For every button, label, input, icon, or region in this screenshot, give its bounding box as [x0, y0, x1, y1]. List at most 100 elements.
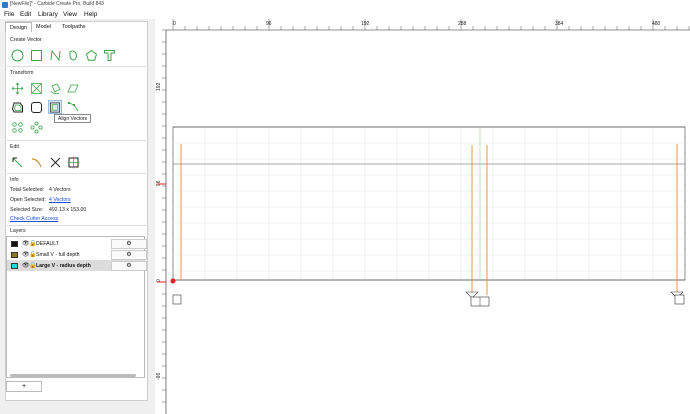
ruler-label-top: 192 [361, 21, 370, 27]
open-selected-link[interactable]: 4 Vectors [49, 197, 71, 203]
add-layer-button[interactable]: + [6, 381, 42, 392]
endpoint-marker[interactable] [674, 294, 685, 305]
tab-toolpaths[interactable]: Toolpaths [58, 22, 90, 32]
menu-edit[interactable]: Edit [20, 11, 31, 18]
move-tool-button[interactable] [10, 81, 24, 95]
ruler-label-top: 384 [555, 21, 564, 27]
boolean-tool-button[interactable] [66, 155, 80, 169]
fillet-tool-button[interactable] [29, 100, 43, 114]
rectangle-tool-button[interactable] [29, 48, 43, 62]
layer-settings-button[interactable]: ⚙ [111, 249, 147, 260]
tab-design[interactable]: Design [5, 22, 33, 32]
smooth-icon [31, 157, 42, 167]
ruler-label-left: 192 [156, 82, 162, 91]
window-title: [NewFile]* - Carbide Create Pro, Build 8… [10, 1, 104, 7]
ruler-label-top: 480 [652, 21, 661, 27]
check-cutter-access-link[interactable]: Check Cutter Access [10, 216, 58, 222]
join-tool-button[interactable] [10, 155, 24, 169]
layer-row-default[interactable]: 👁 🔒 DEFAULT ⚙ [7, 238, 147, 249]
circular-array-tool-button[interactable] [29, 120, 43, 134]
layer-settings-button[interactable]: ⚙ [111, 260, 147, 271]
mirror-tool-button[interactable] [66, 81, 80, 95]
layer-color-swatch[interactable] [11, 262, 18, 269]
ruler-label-top: 0 [173, 21, 176, 27]
menu-help[interactable]: Help [84, 11, 97, 18]
layer-color-swatch[interactable] [11, 240, 18, 247]
trim-tool-button[interactable] [48, 155, 62, 169]
divider [7, 66, 146, 67]
menu-file[interactable]: File [4, 11, 14, 18]
selected-size-value: 492.13 x 153.00 [49, 207, 87, 213]
trim-icon [50, 157, 60, 167]
polygon-tool-button[interactable] [84, 48, 98, 62]
pentagon-icon [85, 49, 97, 61]
divider [7, 140, 146, 141]
layer-row-large-v[interactable]: 👁 🔒 Large V - radius depth ⚙ [7, 260, 147, 271]
section-info: Info [10, 177, 19, 183]
ruler-label-top: 288 [458, 21, 467, 27]
ruler-label-left: -96 [156, 373, 162, 380]
gear-icon: ⚙ [126, 240, 132, 247]
canvas-svg[interactable]: 0 96 192 288 384 480 192 96 0 -96 [155, 19, 690, 414]
layer-row-small-v[interactable]: 👁 🔒 Small V - full depth ⚙ [7, 249, 147, 260]
text-icon [103, 49, 115, 61]
array-icon [11, 121, 23, 133]
mirror-icon [66, 84, 79, 92]
endpoint-marker[interactable] [172, 294, 182, 305]
polyline-icon [50, 49, 60, 61]
node-edit-icon [67, 101, 78, 111]
total-selected-value: 4 Vectors [49, 187, 71, 193]
fillet-icon [30, 101, 42, 113]
curve-tool-button[interactable] [66, 48, 80, 62]
polyline-tool-button[interactable] [48, 48, 62, 62]
align-vectors-button[interactable] [48, 100, 62, 114]
circle-icon [11, 49, 23, 61]
layer-color-swatch[interactable] [11, 251, 18, 258]
array-tool-button[interactable] [10, 120, 24, 134]
gear-icon: ⚙ [126, 251, 132, 258]
divider [7, 225, 146, 226]
offset-icon [11, 102, 23, 112]
move-arrows-icon [11, 82, 23, 94]
divider [7, 173, 146, 174]
layer-name: Large V - radius depth [36, 262, 91, 269]
layers-scrollbar[interactable] [10, 374, 136, 377]
rotate-tool-button[interactable] [48, 81, 62, 95]
top-ruler [155, 19, 690, 30]
join-icon [12, 157, 22, 167]
section-create-vector: Create Vector [10, 37, 42, 43]
section-edit: Edit [10, 144, 19, 150]
smooth-tool-button[interactable] [29, 155, 43, 169]
boolean-icon [67, 156, 79, 168]
menu-view[interactable]: View [63, 11, 77, 18]
total-selected-label: Total Selected: [10, 187, 45, 193]
section-layers: Layers [10, 228, 26, 234]
ruler-label-left: 96 [156, 180, 162, 186]
layer-name: Small V - full depth [36, 251, 80, 258]
gear-icon: ⚙ [126, 262, 132, 269]
align-vectors-tooltip: Align Vectors [54, 114, 92, 123]
layer-name: DEFAULT [36, 240, 59, 247]
selected-size-label: Selected Size: [10, 207, 44, 213]
circle-tool-button[interactable] [10, 48, 24, 62]
scale-tool-button[interactable] [29, 81, 43, 95]
node-edit-tool-button[interactable] [66, 100, 80, 114]
align-icon [50, 102, 60, 112]
app-icon [2, 1, 8, 8]
design-canvas[interactable]: 0 96 192 288 384 480 192 96 0 -96 [155, 19, 690, 414]
text-tool-button[interactable] [102, 48, 116, 62]
menu-bar: File Edit Library View Help [0, 9, 690, 19]
offset-tool-button[interactable] [10, 100, 24, 114]
layer-settings-button[interactable]: ⚙ [111, 238, 147, 249]
title-bar: [NewFile]* - Carbide Create Pro, Build 8… [0, 0, 690, 9]
rotate-icon [50, 83, 61, 94]
section-transform: Transform [10, 70, 34, 76]
circular-array-icon [29, 120, 42, 133]
panel-tabs: Design Model Toolpaths [5, 22, 148, 32]
menu-library[interactable]: Library [38, 11, 58, 18]
scale-icon [30, 82, 42, 94]
layers-list: 👁 🔒 DEFAULT ⚙ 👁 🔒 Small V - full depth ⚙… [6, 236, 147, 378]
origin-marker [170, 278, 176, 284]
ruler-label-top: 96 [266, 21, 272, 27]
tab-model[interactable]: Model [32, 22, 55, 32]
